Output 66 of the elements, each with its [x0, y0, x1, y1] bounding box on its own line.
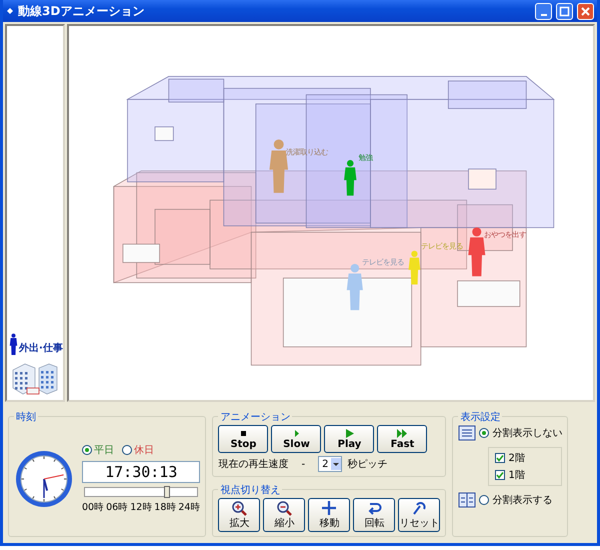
playback-button[interactable]: Fast	[377, 425, 428, 453]
radio-button[interactable]	[122, 445, 132, 455]
checkbox[interactable]	[495, 470, 506, 480]
tick-label: 06時	[106, 501, 128, 514]
activity-label: 洗濯取り込む	[286, 147, 328, 156]
radio-button[interactable]	[479, 495, 490, 505]
analog-clock-icon	[14, 448, 74, 508]
rotate-icon	[366, 500, 382, 516]
view-button[interactable]: 回転	[353, 498, 396, 532]
floor-area	[122, 244, 160, 263]
move-icon	[321, 500, 338, 516]
activity-label: 勉強	[358, 152, 372, 162]
window	[154, 126, 174, 141]
fast-icon	[396, 428, 408, 439]
playback-button[interactable]: Stop	[218, 425, 268, 453]
radio-label: 分割表示しない	[492, 426, 562, 440]
view-button[interactable]: 拡大	[218, 498, 260, 532]
view-button[interactable]: 縮小	[263, 498, 306, 532]
window-title: 動線3Dアニメーション	[18, 2, 146, 20]
floor-area	[457, 280, 520, 307]
time-display: 17:30:13	[82, 461, 200, 483]
layout-icon	[458, 492, 476, 508]
pitch-dropdown[interactable]: 2	[318, 456, 342, 472]
play-icon	[344, 428, 355, 439]
radio-label: 平日	[94, 444, 114, 457]
radio-button[interactable]	[479, 428, 490, 438]
view-button[interactable]: 移動	[308, 498, 350, 532]
activity-label: おやつを出す	[484, 230, 526, 239]
tick-label: 18時	[154, 501, 176, 514]
group-title: 視点切り替え	[218, 483, 282, 497]
maximize-button[interactable]	[556, 2, 573, 20]
zoom-out-icon	[276, 500, 292, 516]
reset-icon	[411, 500, 428, 516]
speed-label: 現在の再生速度	[218, 458, 288, 471]
speed-value: -	[301, 458, 306, 470]
app-icon	[6, 7, 14, 15]
layout-icon	[458, 425, 476, 441]
radio-label: 休日	[134, 444, 154, 457]
minimize-button[interactable]	[535, 2, 552, 20]
time-slider[interactable]	[84, 487, 198, 497]
tick-label: 00時	[82, 501, 104, 514]
radio-button[interactable]	[82, 445, 92, 455]
window	[468, 168, 496, 190]
radio-label: 分割表示する	[492, 494, 552, 507]
close-icon	[580, 6, 591, 16]
slider-thumb[interactable]	[164, 486, 170, 498]
group-title: 時刻	[14, 410, 38, 424]
group-title: アニメーション	[218, 410, 292, 424]
close-button[interactable]	[577, 2, 594, 20]
zoom-in-icon	[231, 500, 248, 516]
pitch-unit: 秒ピッチ	[347, 458, 388, 471]
checkbox-label: 2階	[508, 452, 525, 465]
tick-label: 24時	[178, 501, 200, 514]
location-label: 外出·仕事	[19, 342, 63, 355]
minimize-icon	[540, 14, 546, 16]
tick-label: 12時	[130, 501, 152, 514]
playback-button[interactable]: Play	[324, 425, 374, 453]
checkbox-label: 1階	[508, 468, 525, 482]
person-icon	[9, 333, 18, 355]
activity-label: テレビを見る	[420, 242, 463, 251]
group-title: 表示設定	[458, 410, 502, 424]
playback-button[interactable]: Slow	[271, 425, 322, 453]
checkbox[interactable]	[495, 453, 506, 463]
maximize-icon	[559, 6, 570, 16]
view-button[interactable]: リセット	[398, 498, 440, 532]
activity-label: テレビを見る	[362, 257, 404, 266]
